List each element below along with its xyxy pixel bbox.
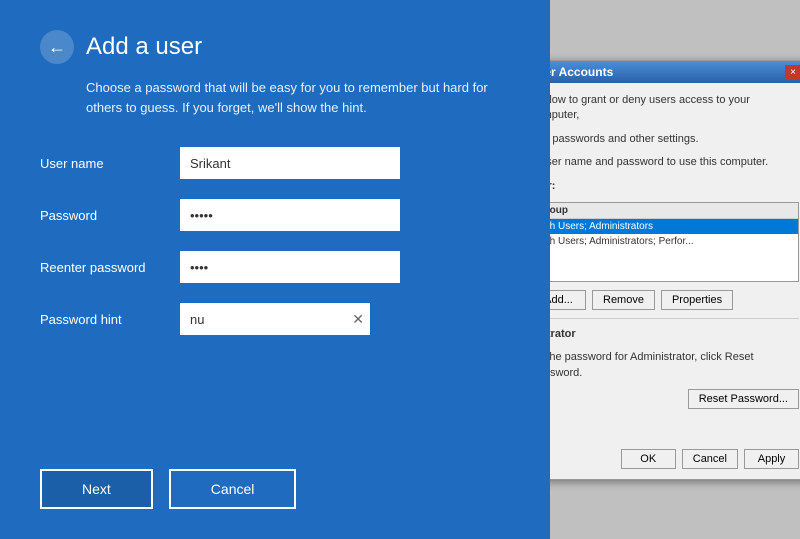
add-user-panel: ← Add a user Choose a password that will…: [0, 0, 550, 539]
password-label: Password: [40, 208, 180, 223]
reset-password-button[interactable]: Reset Password...: [688, 389, 799, 409]
cancel-button[interactable]: Cancel: [682, 449, 738, 469]
panel-title: Add a user: [86, 33, 202, 61]
reenter-row: Reenter password: [40, 251, 510, 283]
reenter-label: Reenter password: [40, 260, 180, 275]
hint-input-wrap: ✕: [180, 303, 370, 335]
username-row: User name: [40, 147, 510, 179]
users-listbox[interactable]: Group Ssh Users; Administrators Ssh User…: [531, 202, 799, 282]
user-action-buttons: Add... Remove Properties: [531, 290, 799, 310]
dialog-text3: a user name and password to use this com…: [531, 155, 799, 170]
separator: [531, 318, 799, 319]
dialog-text1: t below to grant or deny users access to…: [531, 93, 799, 124]
apply-button[interactable]: Apply: [744, 449, 799, 469]
section-text: ge the password for Administrator, click…: [531, 350, 799, 381]
panel-subtitle: Choose a password that will be easy for …: [40, 78, 510, 117]
panel-header: ← Add a user: [40, 30, 510, 64]
hint-label: Password hint: [40, 312, 180, 327]
next-button[interactable]: Next: [40, 469, 153, 509]
hint-input[interactable]: [180, 303, 370, 335]
ok-button[interactable]: OK: [621, 449, 676, 469]
password-row: Password: [40, 199, 510, 231]
list-item[interactable]: Ssh Users; Administrators: [532, 219, 798, 234]
dialog-footer: OK Cancel Apply: [621, 449, 799, 469]
dialog-text4: uter:: [531, 179, 799, 194]
win-user-accounts-dialog: User Accounts × t below to grant or deny…: [520, 60, 800, 480]
back-button[interactable]: ←: [40, 30, 74, 64]
listbox-header: Group: [532, 203, 798, 219]
dialog-close-button[interactable]: ×: [785, 65, 800, 79]
hint-row: Password hint ✕: [40, 303, 510, 335]
list-item[interactable]: Ssh Users; Administrators; Perfor...: [532, 234, 798, 249]
action-buttons: Next Cancel: [40, 469, 296, 509]
username-input[interactable]: [180, 147, 400, 179]
dialog-titlebar: User Accounts ×: [521, 61, 800, 83]
dialog-body: t below to grant or deny users access to…: [521, 83, 800, 419]
dialog-text2: nge passwords and other settings.: [531, 132, 799, 147]
password-input[interactable]: [180, 199, 400, 231]
clear-hint-button[interactable]: ✕: [352, 312, 364, 326]
section-label: nistrator: [531, 327, 799, 342]
username-label: User name: [40, 156, 180, 171]
cancel-button[interactable]: Cancel: [169, 469, 297, 509]
properties-button[interactable]: Properties: [661, 290, 733, 310]
remove-button[interactable]: Remove: [592, 290, 655, 310]
reenter-input[interactable]: [180, 251, 400, 283]
